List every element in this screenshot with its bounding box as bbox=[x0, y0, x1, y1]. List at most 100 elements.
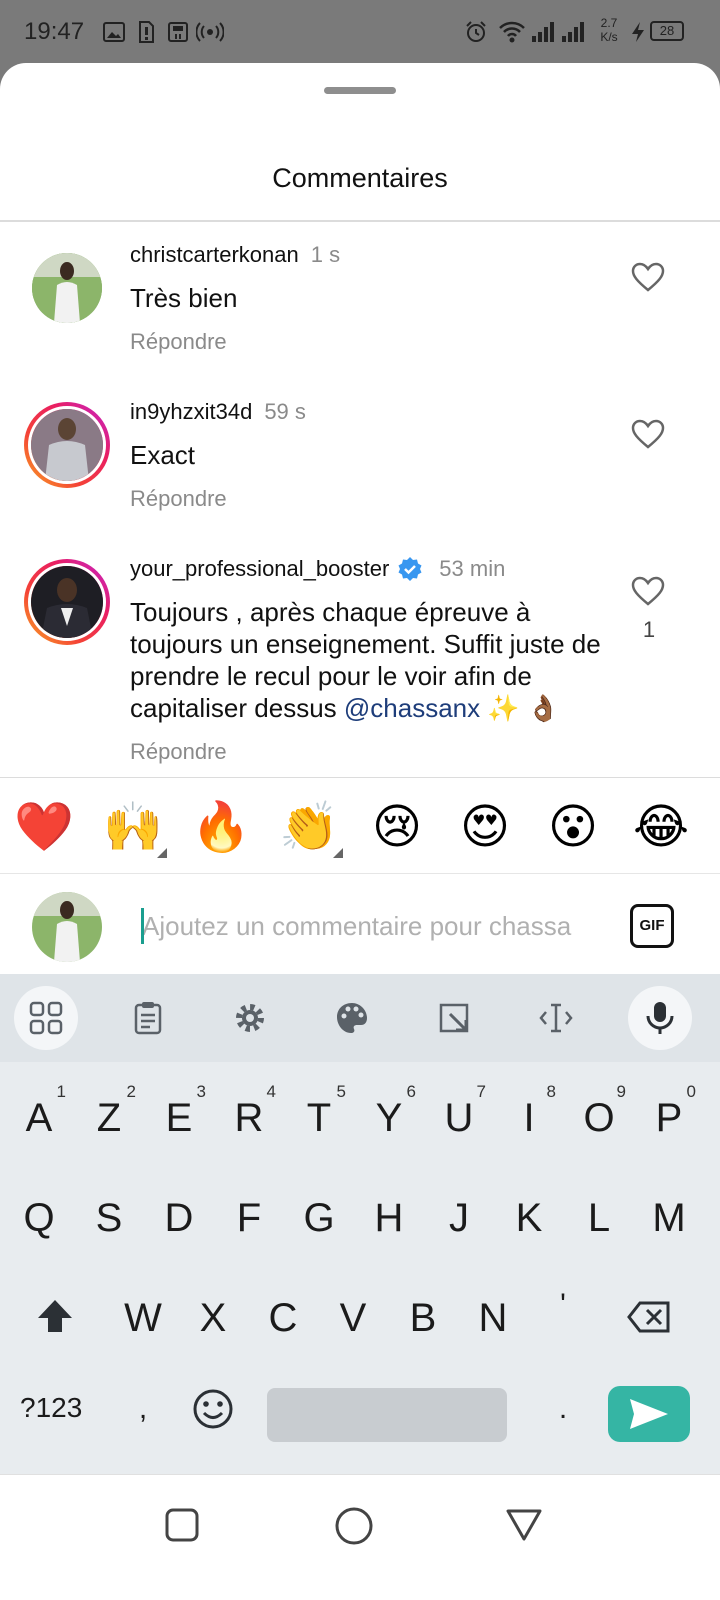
settings-icon bbox=[236, 1004, 264, 1032]
status-bar: 19:47 2.7 K/s 28 bbox=[0, 0, 720, 64]
key-k[interactable]: K bbox=[494, 1174, 564, 1264]
username-text[interactable]: christcarterkonan bbox=[130, 242, 299, 267]
comment-username[interactable]: christcarterkonan 1 s bbox=[130, 242, 340, 268]
key-y[interactable]: Y6 bbox=[354, 1074, 424, 1164]
theme-button[interactable] bbox=[320, 986, 384, 1050]
key-label: V bbox=[339, 1296, 367, 1340]
key-r[interactable]: R4 bbox=[214, 1074, 284, 1164]
key-label: P bbox=[655, 1096, 683, 1140]
username-text[interactable]: your_professional_booster bbox=[130, 556, 389, 581]
key-o[interactable]: O9 bbox=[564, 1074, 634, 1164]
key-v[interactable]: V bbox=[318, 1274, 388, 1364]
clipboard-icon bbox=[134, 1002, 162, 1035]
emoji-laughing[interactable]: 😂 bbox=[631, 798, 691, 858]
shift-icon bbox=[38, 1300, 72, 1332]
key-t[interactable]: T5 bbox=[284, 1074, 354, 1164]
emoji-heart-eyes[interactable]: 😍 bbox=[455, 798, 515, 858]
key-hint: 8 bbox=[546, 1082, 556, 1101]
key-s[interactable]: S bbox=[74, 1174, 144, 1264]
key-i[interactable]: I8 bbox=[494, 1074, 564, 1164]
key-f[interactable]: F bbox=[214, 1174, 284, 1264]
palette-icon bbox=[337, 1003, 367, 1033]
key-g[interactable]: G bbox=[284, 1174, 354, 1264]
backspace-icon bbox=[627, 1301, 670, 1333]
emoji-heart[interactable]: ❤️ bbox=[14, 798, 74, 858]
key-hint: 0 bbox=[686, 1082, 696, 1101]
key-u[interactable]: U7 bbox=[424, 1074, 494, 1164]
key-h[interactable]: H bbox=[354, 1174, 424, 1264]
comment-input[interactable] bbox=[142, 904, 612, 948]
comment-text: Toujours , après chaque épreuve à toujou… bbox=[130, 596, 610, 724]
comma-key[interactable]: , bbox=[108, 1366, 178, 1456]
key-n[interactable]: N bbox=[458, 1274, 528, 1364]
emoji-surprised[interactable]: 😮 bbox=[543, 798, 603, 858]
key-label: Z bbox=[96, 1096, 122, 1140]
signal-icon bbox=[532, 22, 584, 42]
sd-card-icon bbox=[168, 22, 188, 42]
key-label: O bbox=[583, 1096, 615, 1140]
microphone-icon bbox=[646, 1002, 674, 1034]
key-label: F bbox=[236, 1196, 262, 1240]
shift-key[interactable] bbox=[20, 1274, 90, 1364]
reply-button[interactable]: Répondre bbox=[130, 739, 227, 765]
key-d[interactable]: D bbox=[144, 1174, 214, 1264]
key-q[interactable]: Q bbox=[4, 1174, 74, 1264]
key-z[interactable]: Z2 bbox=[74, 1074, 144, 1164]
period-key[interactable]: . bbox=[528, 1366, 598, 1456]
symbols-key[interactable]: ?123 bbox=[20, 1392, 82, 1424]
back-icon[interactable] bbox=[504, 1505, 544, 1545]
comment-time: 53 min bbox=[439, 556, 506, 581]
comment-username[interactable]: in9yhzxit34d 59 s bbox=[130, 399, 306, 425]
comment-username[interactable]: your_professional_booster 53 min bbox=[130, 556, 505, 582]
key-c[interactable]: C bbox=[248, 1274, 318, 1364]
battery-indicator: 28 bbox=[650, 21, 684, 41]
key-l[interactable]: L bbox=[564, 1174, 634, 1264]
drag-handle[interactable] bbox=[324, 87, 396, 94]
key-p[interactable]: P0 bbox=[634, 1074, 704, 1164]
gif-button[interactable]: GIF bbox=[630, 904, 674, 948]
text-edit-button[interactable] bbox=[524, 986, 588, 1050]
emoji-crying[interactable]: 😢 bbox=[367, 798, 427, 858]
emoji-fire[interactable]: 🔥 bbox=[191, 798, 251, 858]
key-label: E bbox=[165, 1096, 193, 1140]
apps-grid-button[interactable] bbox=[14, 986, 78, 1050]
key-b[interactable]: B bbox=[388, 1274, 458, 1364]
home-icon[interactable] bbox=[333, 1505, 375, 1547]
key-m[interactable]: M bbox=[634, 1174, 704, 1264]
avatar-story-ring[interactable] bbox=[24, 402, 110, 488]
key-x[interactable]: X bbox=[178, 1274, 248, 1364]
recents-icon[interactable] bbox=[162, 1505, 202, 1545]
send-key[interactable] bbox=[608, 1386, 690, 1442]
key-a[interactable]: A1 bbox=[4, 1074, 74, 1164]
like-heart-icon[interactable] bbox=[631, 419, 665, 449]
comment-time: 59 s bbox=[264, 399, 306, 424]
emoji-raised-hands[interactable]: 🙌 bbox=[103, 798, 163, 858]
backspace-key[interactable] bbox=[614, 1274, 684, 1364]
key-j[interactable]: J bbox=[424, 1174, 494, 1264]
username-text[interactable]: in9yhzxit34d bbox=[130, 399, 252, 424]
key-e[interactable]: E3 bbox=[144, 1074, 214, 1164]
reply-button[interactable]: Répondre bbox=[130, 486, 227, 512]
key-apostrophe[interactable]: ' bbox=[528, 1274, 598, 1364]
key-label: K bbox=[515, 1196, 543, 1240]
speed-value: 2.7 bbox=[600, 16, 618, 30]
avatar-story-ring[interactable] bbox=[24, 559, 110, 645]
avatar[interactable] bbox=[32, 253, 102, 323]
charging-icon bbox=[632, 22, 644, 42]
emoji-clap[interactable]: 👏 bbox=[279, 798, 339, 858]
settings-button[interactable] bbox=[218, 986, 282, 1050]
clipboard-button[interactable] bbox=[116, 986, 180, 1050]
like-heart-icon[interactable] bbox=[631, 262, 665, 292]
key-label: R bbox=[234, 1096, 264, 1140]
comment-composer: GIF bbox=[0, 874, 720, 978]
resize-button[interactable] bbox=[422, 986, 486, 1050]
space-key[interactable] bbox=[267, 1388, 507, 1442]
voice-input-button[interactable] bbox=[628, 986, 692, 1050]
key-w[interactable]: W bbox=[108, 1274, 178, 1364]
emoji-key[interactable] bbox=[178, 1366, 248, 1456]
like-heart-icon[interactable] bbox=[631, 576, 665, 606]
mention-link[interactable]: @chassanx bbox=[344, 693, 480, 723]
comments-sheet: Commentaires christcarterkonan 1 s Très b… bbox=[0, 63, 720, 978]
key-label: D bbox=[164, 1196, 194, 1240]
reply-button[interactable]: Répondre bbox=[130, 329, 227, 355]
